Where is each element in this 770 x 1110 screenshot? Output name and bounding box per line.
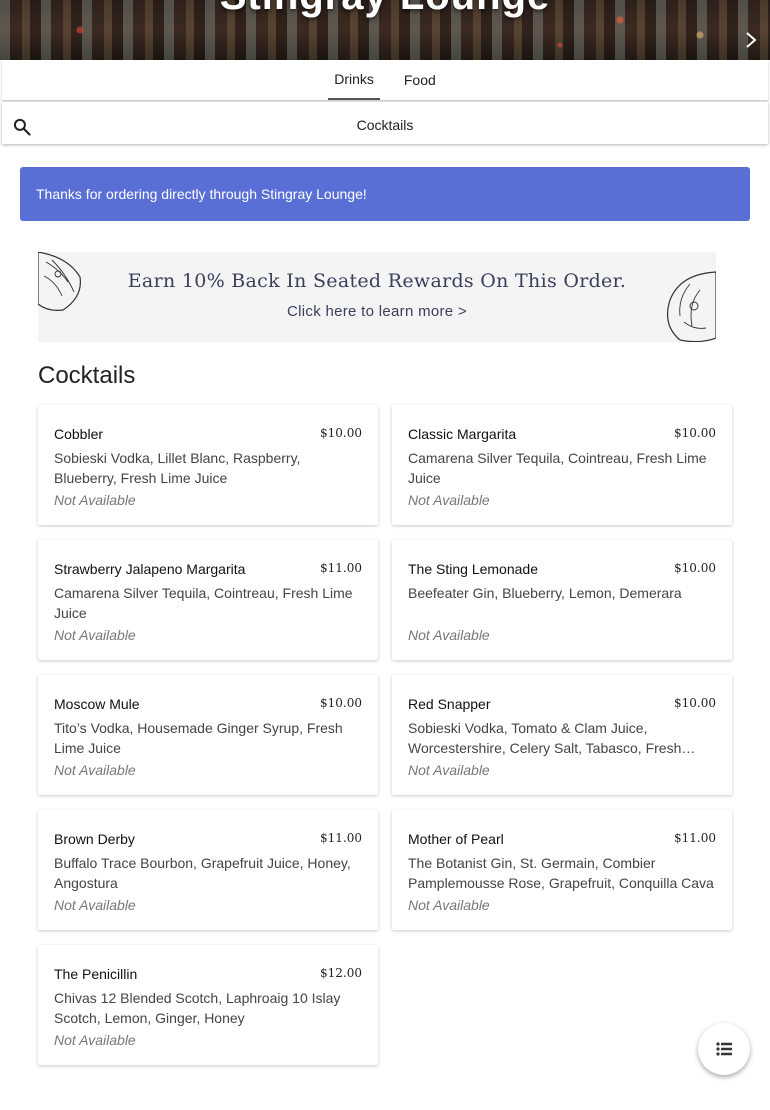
menu-item-card[interactable]: Strawberry Jalapeno Margarita $11.00 Cam… (38, 540, 378, 660)
menu-tabs: Drinks Food (2, 60, 768, 100)
item-name: The Penicillin (54, 966, 138, 982)
category-bar: Cocktails (2, 102, 768, 144)
item-name: Strawberry Jalapeno Margarita (54, 561, 246, 577)
hero-banner: Stingray Lounge (0, 0, 770, 60)
item-name: Classic Margarita (408, 426, 517, 442)
item-price: $11.00 (320, 831, 362, 845)
restaurant-title: Stingray Lounge (0, 0, 770, 19)
menu-item-card[interactable]: The Penicillin $12.00 Chivas 12 Blended … (38, 945, 378, 1065)
menu-list-button[interactable] (698, 1023, 750, 1075)
menu-item-card[interactable]: Cobbler $10.00 Sobieski Vodka, Lillet Bl… (38, 405, 378, 525)
item-availability: Not Available (408, 627, 490, 643)
item-price: $12.00 (320, 966, 362, 980)
item-description: Beefeater Gin, Blueberry, Lemon, Demerar… (408, 585, 682, 601)
item-name: Red Snapper (408, 696, 491, 712)
order-notice-banner: Thanks for ordering directly through Sti… (20, 167, 750, 221)
tab-drinks[interactable]: Drinks (328, 60, 380, 100)
item-description: The Botanist Gin, St. Germain, Combier P… (408, 855, 714, 891)
item-description: Buffalo Trace Bourbon, Grapefruit Juice,… (54, 855, 351, 891)
item-availability: Not Available (408, 492, 490, 508)
section-title: Cocktails (38, 362, 136, 389)
item-price: $11.00 (674, 831, 716, 845)
item-price: $10.00 (320, 426, 362, 440)
item-availability: Not Available (54, 627, 136, 643)
menu-item-card[interactable]: Red Snapper $10.00 Sobieski Vodka, Tomat… (392, 675, 732, 795)
item-name: The Sting Lemonade (408, 561, 538, 577)
item-description: Tito’s Vodka, Housemade Ginger Syrup, Fr… (54, 720, 343, 756)
item-availability: Not Available (54, 762, 136, 778)
item-name: Brown Derby (54, 831, 135, 847)
promo-learn-more-link[interactable]: Click here to learn more > (38, 303, 716, 320)
menu-item-grid: Cobbler $10.00 Sobieski Vodka, Lillet Bl… (38, 405, 732, 1065)
item-price: $10.00 (674, 426, 716, 440)
item-name: Cobbler (54, 426, 104, 442)
item-availability: Not Available (54, 492, 136, 508)
rewards-promo-banner[interactable]: Earn 10% Back In Seated Rewards On This … (38, 252, 716, 342)
item-name: Mother of Pearl (408, 831, 504, 847)
menu-item-card[interactable]: Classic Margarita $10.00 Camarena Silver… (392, 405, 732, 525)
item-availability: Not Available (408, 762, 490, 778)
menu-item-card[interactable]: Brown Derby $11.00 Buffalo Trace Bourbon… (38, 810, 378, 930)
item-description: Sobieski Vodka, Tomato & Clam Juice, Wor… (408, 720, 682, 756)
menu-item-card[interactable]: Mother of Pearl $11.00 The Botanist Gin,… (392, 810, 732, 930)
item-description: Camarena Silver Tequila, Cointreau, Fres… (408, 450, 707, 486)
chevron-right-icon[interactable] (740, 30, 760, 50)
menu-item-card[interactable]: Moscow Mule $10.00 Tito’s Vodka, Housema… (38, 675, 378, 795)
category-selector[interactable]: Cocktails (2, 117, 768, 133)
item-availability: Not Available (54, 897, 136, 913)
item-availability: Not Available (408, 897, 490, 913)
tab-food[interactable]: Food (398, 60, 442, 100)
item-description: Camarena Silver Tequila, Cointreau, Fres… (54, 585, 353, 621)
item-availability: Not Available (54, 1032, 136, 1048)
promo-title: Earn 10% Back In Seated Rewards On This … (127, 270, 627, 292)
menu-list-icon (716, 1042, 732, 1056)
item-price: $10.00 (674, 696, 716, 710)
item-description: Sobieski Vodka, Lillet Blanc, Raspberry,… (54, 450, 301, 486)
menu-item-card[interactable]: The Sting Lemonade $10.00 Beefeater Gin,… (392, 540, 732, 660)
item-price: $11.00 (320, 561, 362, 575)
item-description: Chivas 12 Blended Scotch, Laphroaig 10 I… (54, 990, 341, 1026)
item-price: $10.00 (320, 696, 362, 710)
item-name: Moscow Mule (54, 696, 140, 712)
item-price: $10.00 (674, 561, 716, 575)
